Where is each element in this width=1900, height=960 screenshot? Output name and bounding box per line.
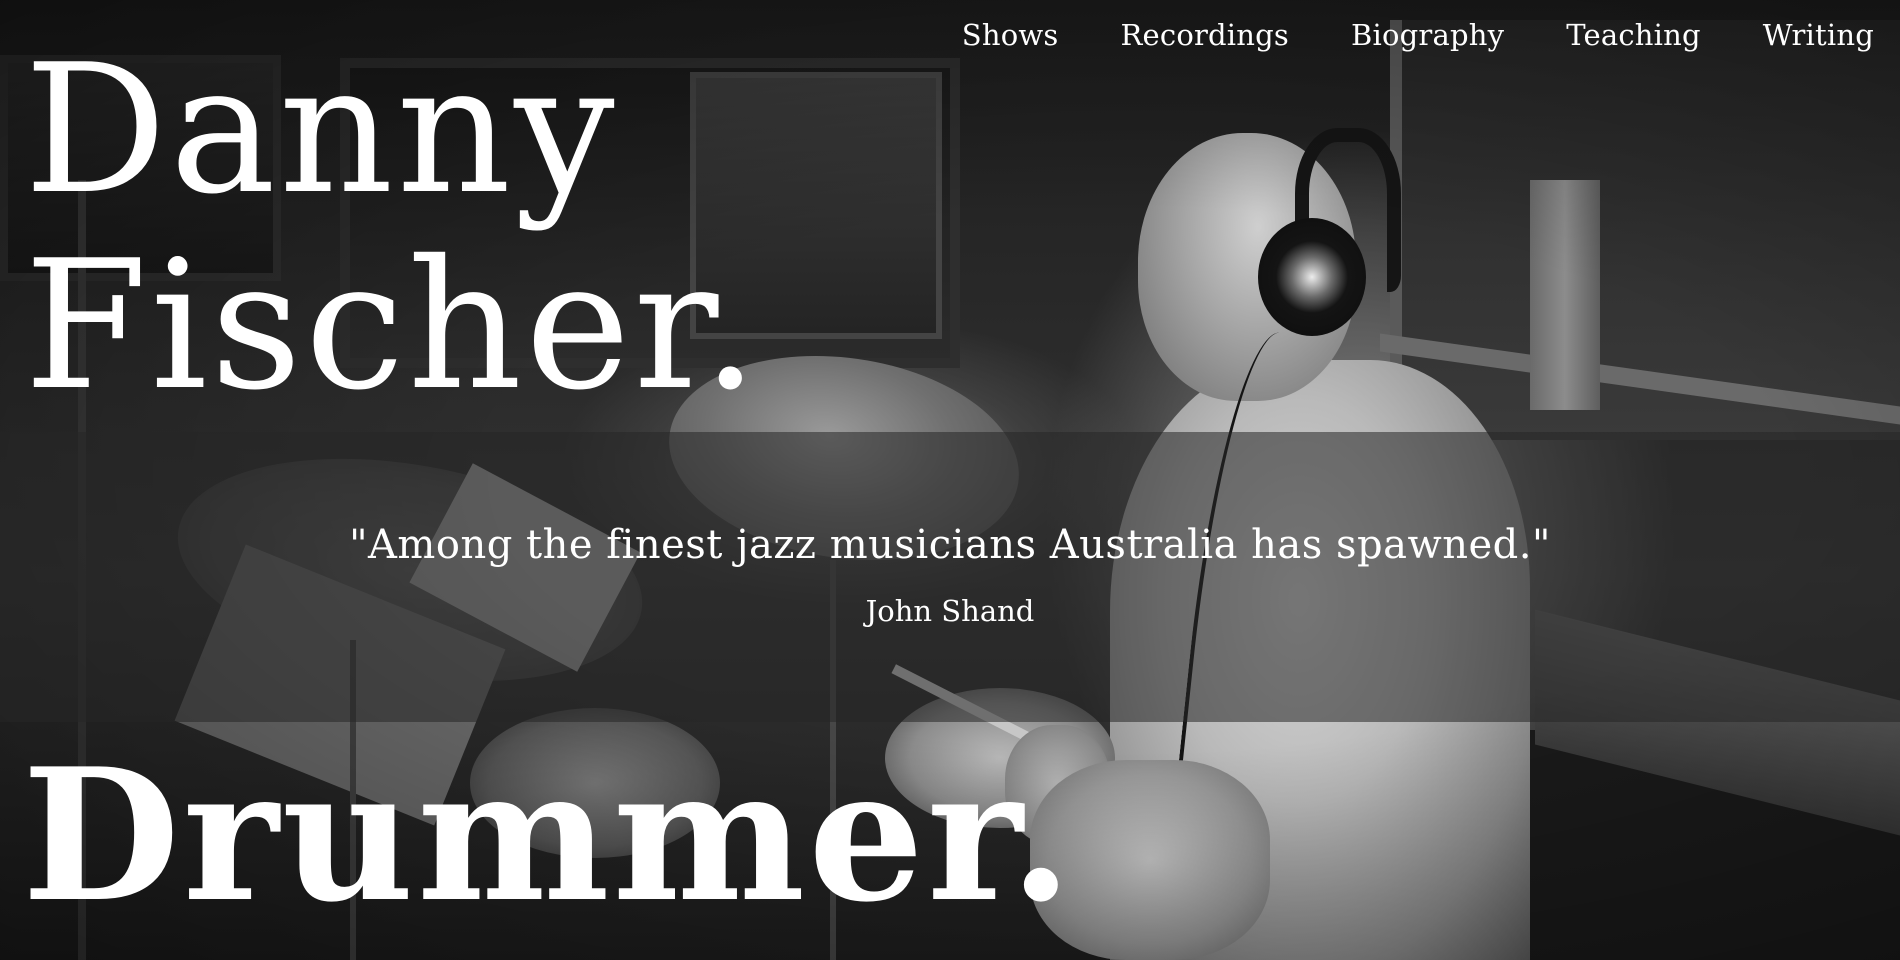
nav-link-writing[interactable]: Writing: [1701, 14, 1874, 56]
hero-section: Shows Recordings Biography Teaching Writ…: [0, 0, 1900, 960]
artist-name-heading: Danny Fischer.: [24, 32, 762, 424]
nav-link-biography[interactable]: Biography: [1289, 14, 1504, 56]
artist-last-name: Fischer.: [24, 222, 762, 429]
testimonial-quote: "Among the finest jazz musicians Austral…: [349, 522, 1551, 568]
artist-first-name: Danny: [24, 26, 618, 233]
nav-link-shows[interactable]: Shows: [962, 14, 1059, 56]
quote-band: "Among the finest jazz musicians Austral…: [0, 432, 1900, 722]
testimonial-author: John Shand: [865, 594, 1035, 628]
main-nav: Shows Recordings Biography Teaching Writ…: [962, 14, 1874, 56]
artist-role-heading: Drummer.: [22, 728, 1076, 942]
nav-link-teaching[interactable]: Teaching: [1504, 14, 1701, 56]
nav-link-recordings[interactable]: Recordings: [1058, 14, 1289, 56]
